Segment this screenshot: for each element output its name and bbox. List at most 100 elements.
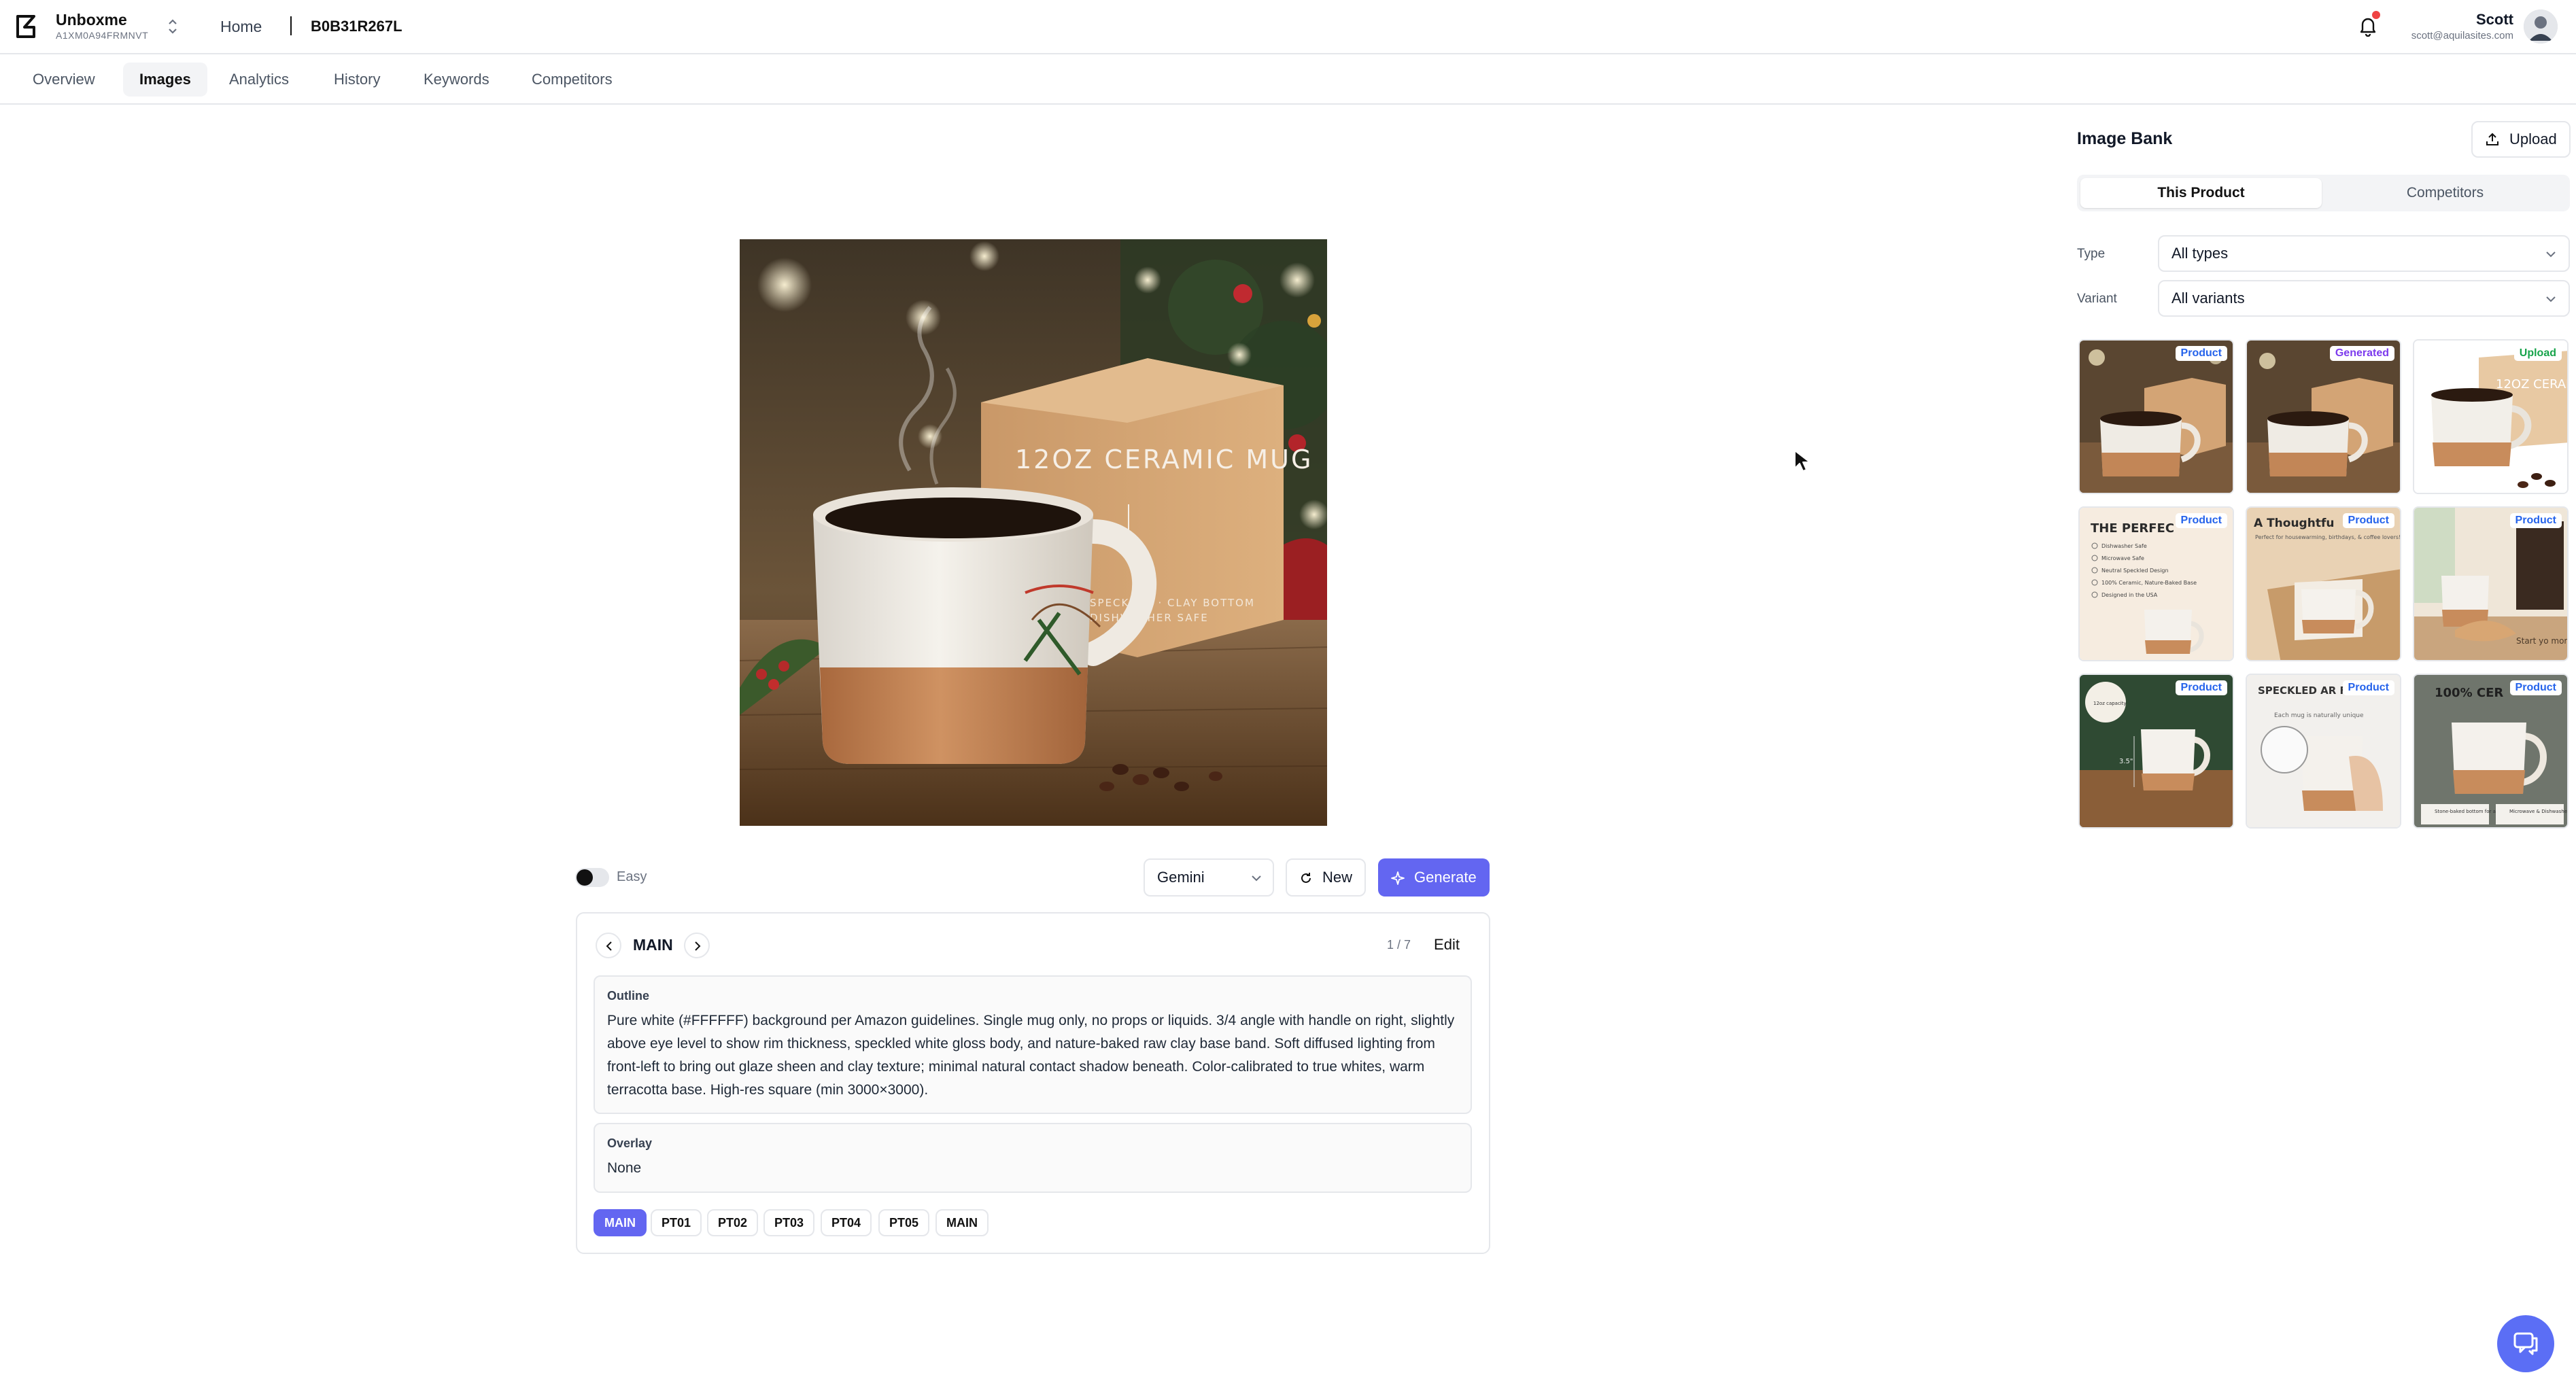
overlay-value: None bbox=[607, 1160, 642, 1176]
tab-keywords[interactable]: Keywords bbox=[407, 63, 506, 97]
thumb-4-feature-4: 100% Ceramic, Nature-Baked Base bbox=[2101, 580, 2197, 586]
easy-mode-toggle[interactable] bbox=[575, 868, 609, 887]
chat-icon bbox=[2513, 1332, 2538, 1355]
thumb-badge-product: Product bbox=[2175, 513, 2227, 528]
chat-button[interactable] bbox=[2497, 1315, 2554, 1372]
thumb-badge-product: Product bbox=[2342, 680, 2394, 695]
outline-field[interactable]: Outline Pure white (#FFFFFF) background … bbox=[594, 975, 1472, 1114]
easy-mode-label: Easy bbox=[617, 869, 647, 884]
variant-filter-value: All variants bbox=[2171, 290, 2245, 307]
user-name[interactable]: Scott bbox=[2476, 11, 2513, 29]
thumb-9-text: 100% CER bbox=[2435, 686, 2503, 700]
thumb-5-subtitle: Perfect for housewarming, birthdays, & c… bbox=[2255, 534, 2401, 540]
thumb-4-feature-2: Microwave Safe bbox=[2101, 555, 2144, 561]
chevron-down-icon bbox=[2546, 296, 2556, 302]
thumb-4-feature-5: Designed in the USA bbox=[2101, 592, 2158, 598]
image-thumb-8[interactable]: SPECKLED AR FINISH Each mug is naturally… bbox=[2246, 674, 2401, 829]
box-text: 12OZ CERAMIC MUG bbox=[1015, 445, 1313, 474]
segment-competitors[interactable]: Competitors bbox=[2324, 178, 2566, 208]
thumb-badge-product: Product bbox=[2342, 513, 2394, 528]
chevron-up-down-icon[interactable] bbox=[166, 18, 179, 35]
overlay-label: Overlay bbox=[607, 1136, 653, 1150]
image-thumb-4[interactable]: THE PERFEC Dishwasher Safe Microwave Saf… bbox=[2078, 506, 2234, 661]
variant-filter-select[interactable]: All variants bbox=[2158, 280, 2570, 317]
thumb-4-text: THE PERFEC bbox=[2091, 521, 2174, 536]
slot-chip-main-alt[interactable]: MAIN bbox=[935, 1209, 989, 1236]
type-filter-label: Type bbox=[2077, 247, 2106, 261]
top-bar: Unboxme A1XM0A94FRMNVT Home B0B31R267L S… bbox=[0, 0, 2576, 54]
type-filter-value: All types bbox=[2171, 245, 2229, 262]
thumb-8-subtitle: Each mug is naturally unique bbox=[2274, 712, 2364, 719]
thumb-badge-product: Product bbox=[2175, 346, 2227, 361]
image-thumb-7[interactable]: 12oz capacity 3.5" Product bbox=[2078, 674, 2234, 829]
variant-filter-label: Variant bbox=[2077, 292, 2117, 306]
refresh-icon bbox=[1301, 873, 1311, 883]
slot-chip-pt03[interactable]: PT03 bbox=[763, 1209, 815, 1236]
model-select[interactable]: Gemini bbox=[1144, 858, 1274, 897]
thumb-7-seal: 12oz capacity bbox=[2093, 701, 2127, 706]
upload-button[interactable]: Upload bbox=[2471, 121, 2571, 158]
slot-chip-pt01[interactable]: PT01 bbox=[651, 1209, 702, 1236]
sparkle-icon bbox=[1391, 871, 1405, 885]
tab-analytics[interactable]: Analytics bbox=[213, 63, 305, 97]
avatar[interactable] bbox=[2524, 10, 2558, 44]
chevron-down-icon bbox=[2546, 251, 2556, 258]
upload-icon bbox=[2486, 133, 2498, 145]
tab-bar: Overview Images Analytics History Keywor… bbox=[0, 54, 2576, 105]
image-thumb-6[interactable]: Start yo morning right! Product bbox=[2413, 506, 2569, 661]
brand-id: A1XM0A94FRMNVT bbox=[56, 30, 149, 41]
user-email: scott@aquilasites.com bbox=[2411, 30, 2513, 41]
image-thumb-2[interactable]: Generated bbox=[2246, 339, 2401, 494]
chevron-down-icon bbox=[1252, 875, 1261, 882]
brand-name[interactable]: Unboxme bbox=[56, 11, 127, 29]
model-select-value: Gemini bbox=[1157, 869, 1205, 886]
thumb-badge-product: Product bbox=[2175, 680, 2227, 695]
generate-button-label: Generate bbox=[1414, 869, 1477, 886]
breadcrumb-asin: B0B31R267L bbox=[311, 18, 402, 35]
breadcrumb-home[interactable]: Home bbox=[220, 18, 262, 36]
main-image-preview[interactable]: 12OZ CERAMIC MUG SPECKLED · CLAY BOTTOM … bbox=[740, 239, 1327, 826]
thumb-badge-upload: Upload bbox=[2513, 346, 2562, 361]
new-button-label: New bbox=[1322, 869, 1353, 886]
segment-this-product[interactable]: This Product bbox=[2080, 178, 2322, 208]
thumb-3-text: 12OZ CERAMIC M bbox=[2496, 377, 2569, 392]
slot-title: MAIN bbox=[633, 936, 673, 954]
outline-text: Pure white (#FFFFFF) background per Amaz… bbox=[607, 1013, 1455, 1098]
overlay-field[interactable]: Overlay None bbox=[594, 1123, 1472, 1193]
thumb-7-text: 3.5" bbox=[2119, 758, 2133, 765]
type-filter-select[interactable]: All types bbox=[2158, 235, 2570, 272]
tab-competitors[interactable]: Competitors bbox=[515, 63, 629, 97]
thumb-badge-generated: Generated bbox=[2329, 346, 2394, 361]
slot-chip-main[interactable]: MAIN bbox=[594, 1209, 647, 1236]
image-thumb-9[interactable]: 100% CER Stone-baked bottom for artisana… bbox=[2413, 674, 2569, 829]
generate-button[interactable]: Generate bbox=[1378, 858, 1490, 897]
upload-button-label: Upload bbox=[2509, 130, 2557, 147]
tab-history[interactable]: History bbox=[317, 63, 396, 97]
image-bank-title: Image Bank bbox=[2077, 129, 2173, 148]
chevron-right-icon bbox=[695, 941, 701, 951]
slot-chip-pt02[interactable]: PT02 bbox=[707, 1209, 759, 1236]
cursor-icon bbox=[1794, 450, 1810, 472]
brand-logo-icon[interactable] bbox=[15, 14, 39, 39]
thumb-4-feature-1: Dishwasher Safe bbox=[2101, 543, 2147, 549]
image-thumb-3[interactable]: 12OZ CERAMIC M Upload bbox=[2413, 339, 2569, 494]
thumb-5-text: A Thoughtfu bbox=[2254, 517, 2334, 530]
edit-button[interactable]: Edit bbox=[1421, 928, 1473, 961]
slot-chip-pt04[interactable]: PT04 bbox=[821, 1209, 872, 1236]
thumb-badge-product: Product bbox=[2509, 680, 2562, 695]
image-bank-segment: This Product Competitors bbox=[2077, 175, 2570, 211]
next-slot-button[interactable] bbox=[684, 933, 710, 958]
chevron-left-icon bbox=[606, 941, 612, 951]
new-button[interactable]: New bbox=[1286, 858, 1366, 897]
image-thumb-1[interactable]: Product bbox=[2078, 339, 2234, 494]
thumb-6-text: Start yo morning right! bbox=[2516, 636, 2569, 646]
prev-slot-button[interactable] bbox=[596, 933, 621, 958]
tab-images[interactable]: Images bbox=[123, 63, 207, 97]
box-subtext-1: SPECKLED · CLAY BOTTOM bbox=[1090, 597, 1255, 609]
outline-label: Outline bbox=[607, 989, 649, 1003]
thumb-9-feature-2: Microwave & Dishwasher Safe bbox=[2509, 809, 2569, 814]
thumb-4-feature-3: Neutral Speckled Design bbox=[2101, 568, 2169, 574]
tab-overview[interactable]: Overview bbox=[16, 63, 111, 97]
slot-chip-pt05[interactable]: PT05 bbox=[878, 1209, 930, 1236]
image-thumb-5[interactable]: A Thoughtfu Perfect for housewarming, bi… bbox=[2246, 506, 2401, 661]
